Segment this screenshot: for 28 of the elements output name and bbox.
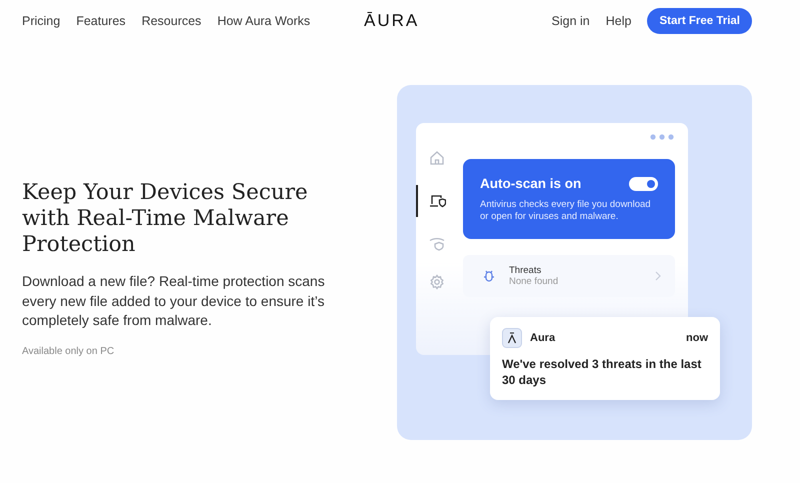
hero-description: Download a new file? Real-time protection scans every new file added to your device to ensure it’s completely safe from malware. — [22, 272, 326, 330]
toggle-switch[interactable] — [629, 176, 658, 190]
nav-link[interactable]: Sign in — [552, 14, 590, 28]
availability-note: Available only on PC — [22, 346, 116, 356]
auto-scan-title: Auto-scan is on — [480, 176, 582, 191]
nav-link[interactable]: Help — [606, 14, 632, 28]
logo[interactable]: ĀURA — [364, 11, 420, 31]
hero-title: Keep Your Devices Secure with Real-Time Malware Protection — [22, 180, 309, 258]
chevron-right-icon — [655, 271, 661, 281]
bug-icon — [483, 270, 495, 282]
nav-link[interactable]: How Aura Works — [217, 14, 310, 28]
more-icon[interactable] — [650, 134, 674, 140]
home-icon — [429, 150, 445, 166]
threats-label: Threats — [509, 265, 542, 276]
shield-icon — [429, 236, 445, 252]
nav-link[interactable]: Pricing — [22, 14, 60, 28]
threats-status: None found — [509, 276, 560, 287]
start-trial-button[interactable]: Start Free Trial — [647, 8, 752, 34]
notification-app-name: Aura — [530, 332, 556, 344]
threats-row[interactable]: Threats None found — [463, 255, 675, 297]
app-logo-icon — [502, 328, 522, 348]
nav-link[interactable]: Features — [76, 14, 126, 28]
laptop-shield-icon — [428, 193, 446, 209]
auto-scan-description: Antivirus checks every file you download or open for viruses and malware. — [480, 199, 652, 223]
settings-icon — [429, 274, 445, 290]
notification-message: We've resolved 3 threats in the last 30 days — [502, 357, 702, 388]
nav-link[interactable]: Resources — [142, 14, 202, 28]
notification-time: now — [686, 332, 708, 344]
